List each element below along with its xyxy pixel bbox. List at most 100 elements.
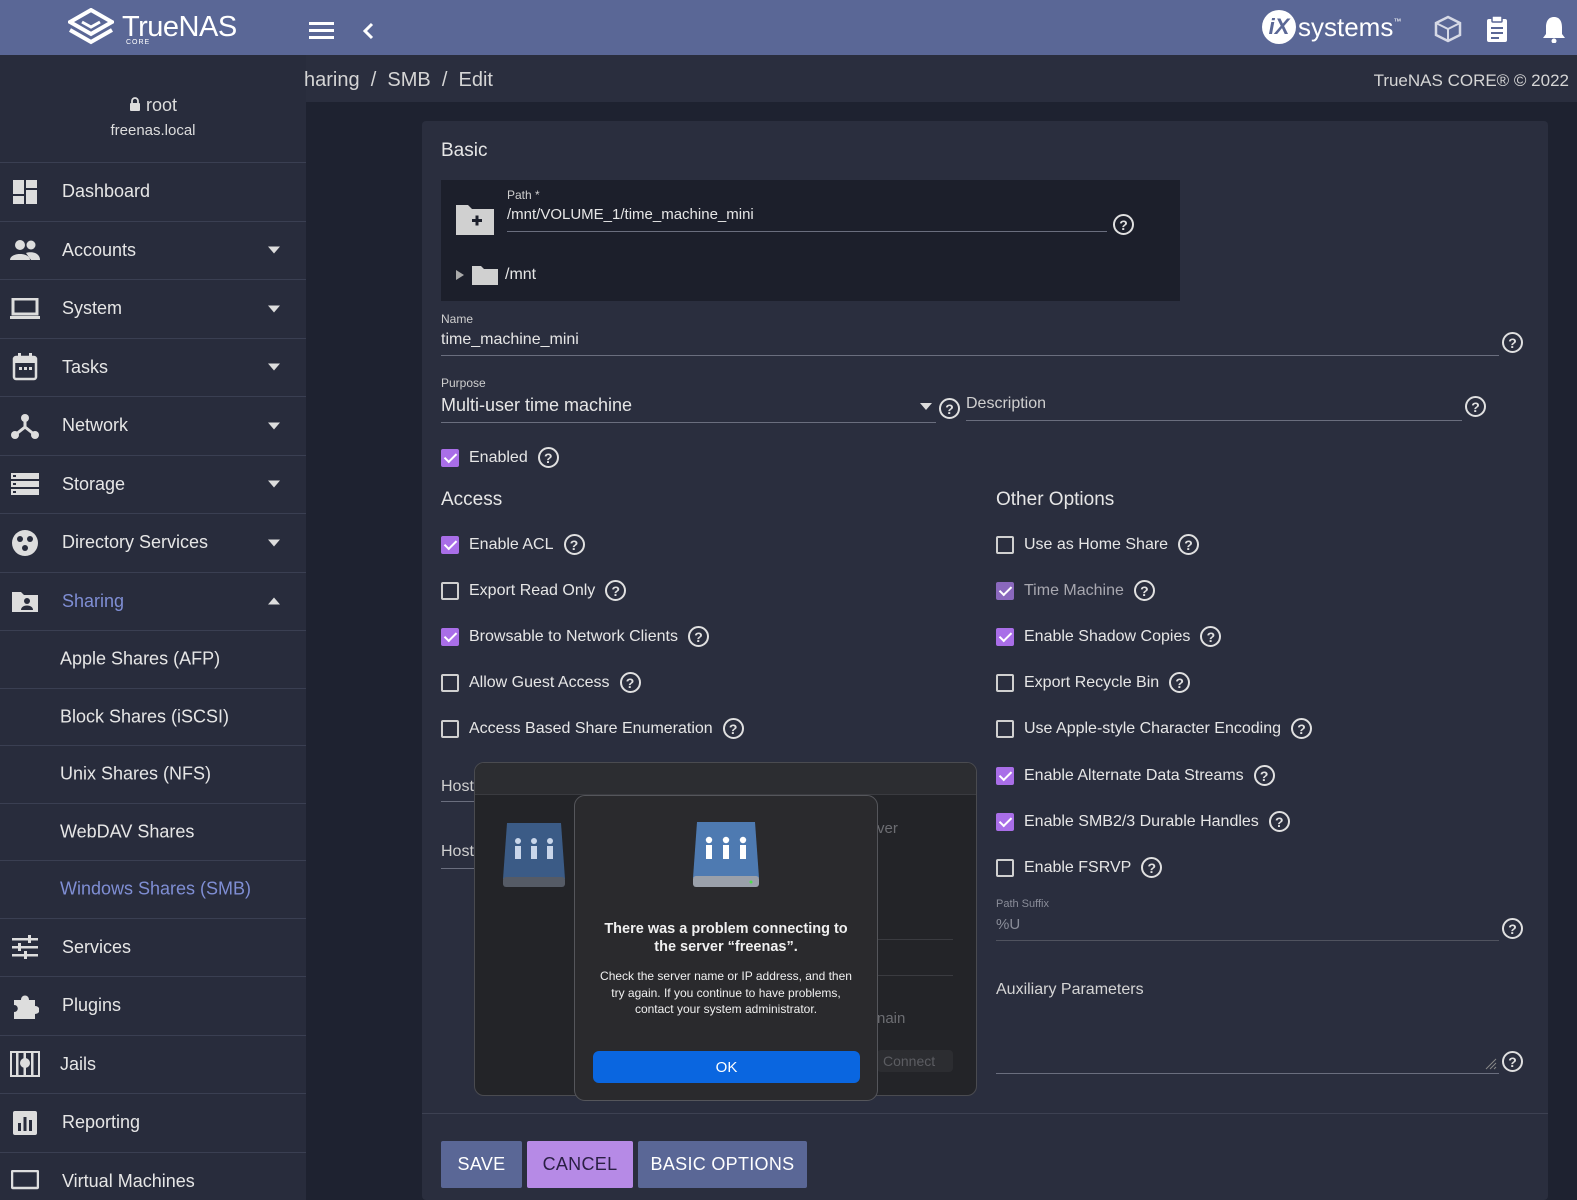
bell-icon[interactable] <box>1542 15 1566 48</box>
nav-network[interactable]: Network <box>0 397 306 456</box>
purpose-select[interactable]: Multi-user time machine <box>441 395 936 423</box>
checkbox[interactable] <box>441 673 459 692</box>
recycle-bin-checkbox[interactable]: Export Recycle Bin ? <box>996 672 1191 693</box>
nav-sharing[interactable]: Sharing <box>0 573 306 631</box>
nav-plugins[interactable]: Plugins <box>0 977 306 1036</box>
abe-checkbox[interactable]: Access Based Share Enumeration ? <box>441 718 744 739</box>
nav-jails[interactable]: Jails <box>0 1036 306 1094</box>
aux-params-textarea[interactable] <box>996 1004 1499 1074</box>
name-input[interactable]: time_machine_mini <box>441 331 1499 356</box>
basic-options-button[interactable]: BASIC OPTIONS <box>638 1141 807 1188</box>
checkbox[interactable] <box>996 535 1014 554</box>
nav-services[interactable]: Services <box>0 919 306 977</box>
chevron-left-icon[interactable] <box>360 21 376 46</box>
guest-access-checkbox[interactable]: Allow Guest Access ? <box>441 672 641 693</box>
checkbox[interactable] <box>996 858 1014 877</box>
checkbox[interactable] <box>996 719 1014 738</box>
nav-accounts[interactable]: Accounts <box>0 222 306 280</box>
help-icon[interactable]: ? <box>1169 672 1191 693</box>
aux-params-label: Auxiliary Parameters <box>996 981 1144 998</box>
help-icon[interactable]: ? <box>1291 718 1313 739</box>
folder-shared-icon <box>10 586 40 616</box>
nav-virtual-machines[interactable]: Virtual Machines <box>0 1153 306 1200</box>
help-icon[interactable]: ? <box>687 626 709 647</box>
nav-sub-afp[interactable]: Apple Shares (AFP) <box>0 631 306 689</box>
tree-node-mnt[interactable]: /mnt <box>455 264 536 286</box>
checkbox[interactable] <box>441 627 459 646</box>
monitor-icon <box>10 1166 40 1196</box>
checkbox[interactable] <box>996 812 1014 831</box>
home-share-checkbox[interactable]: Use as Home Share ? <box>996 534 1200 555</box>
clipboard-icon[interactable] <box>1485 15 1509 48</box>
help-icon[interactable]: ? <box>537 447 559 468</box>
description-input[interactable]: Description <box>966 395 1462 421</box>
shadow-copies-checkbox[interactable]: Enable Shadow Copies ? <box>996 626 1222 647</box>
help-icon[interactable]: ? <box>1253 765 1275 786</box>
help-icon[interactable]: ? <box>1465 396 1486 417</box>
nav-sub-iscsi[interactable]: Block Shares (iSCSI) <box>0 689 306 746</box>
checkbox[interactable] <box>996 581 1014 600</box>
nav-storage[interactable]: Storage <box>0 456 306 514</box>
help-icon[interactable]: ? <box>1178 534 1200 555</box>
enable-acl-checkbox[interactable]: Enable ACL ? <box>441 534 585 555</box>
ads-checkbox[interactable]: Enable Alternate Data Streams ? <box>996 765 1275 786</box>
help-icon[interactable]: ? <box>1133 580 1155 601</box>
help-icon[interactable]: ? <box>1502 332 1523 353</box>
nav-label: Jails <box>60 1053 97 1074</box>
durable-handles-checkbox[interactable]: Enable SMB2/3 Durable Handles ? <box>996 811 1290 832</box>
nav-tasks[interactable]: Tasks <box>0 339 306 397</box>
window-titlebar[interactable] <box>475 763 976 795</box>
help-icon[interactable]: ? <box>1200 626 1222 647</box>
folder-add-icon[interactable] <box>455 202 495 241</box>
help-icon[interactable]: ? <box>1502 918 1523 939</box>
nav-system[interactable]: System <box>0 280 306 339</box>
nav-sub-nfs[interactable]: Unix Shares (NFS) <box>0 746 306 804</box>
checkbox[interactable] <box>441 535 459 554</box>
help-icon[interactable]: ? <box>619 672 641 693</box>
apple-encoding-checkbox[interactable]: Use Apple-style Character Encoding ? <box>996 718 1313 739</box>
checkbox-label: Enable Shadow Copies <box>1024 627 1191 645</box>
help-icon[interactable]: ? <box>722 718 744 739</box>
nav-dashboard[interactable]: Dashboard <box>0 163 306 222</box>
help-icon[interactable]: ? <box>939 398 960 419</box>
enabled-checkbox[interactable]: Enabled ? <box>441 447 559 468</box>
browsable-checkbox[interactable]: Browsable to Network Clients ? <box>441 626 709 647</box>
help-icon[interactable]: ? <box>1268 811 1290 832</box>
fsrvp-checkbox[interactable]: Enable FSRVP ? <box>996 857 1163 878</box>
path-input[interactable]: /mnt/VOLUME_1/time_machine_mini <box>507 206 1107 232</box>
checkbox[interactable] <box>441 719 459 738</box>
help-icon[interactable]: ? <box>563 534 585 555</box>
truenas-logo[interactable]: TrueNAS CORE <box>68 8 237 46</box>
help-icon[interactable]: ? <box>1502 1051 1523 1072</box>
nav-sub-smb[interactable]: Windows Shares (SMB) <box>0 861 306 919</box>
checkbox[interactable] <box>996 673 1014 692</box>
checkbox[interactable] <box>441 448 459 467</box>
save-button[interactable]: SAVE <box>441 1141 522 1188</box>
checkbox[interactable] <box>996 627 1014 646</box>
ok-button[interactable]: OK <box>593 1051 860 1083</box>
path-suffix-input[interactable]: %U <box>996 916 1499 941</box>
nav-reporting[interactable]: Reporting <box>0 1094 306 1153</box>
help-icon[interactable]: ? <box>605 580 627 601</box>
puzzle-icon <box>10 991 40 1021</box>
menu-icon[interactable] <box>309 20 335 45</box>
ixsystems-logo[interactable]: iX systems ™ <box>1262 10 1401 44</box>
cancel-button[interactable]: CANCEL <box>527 1141 633 1188</box>
truecommand-icon[interactable] <box>1434 15 1462 48</box>
resize-handle-icon[interactable] <box>1485 1058 1497 1070</box>
export-read-only-checkbox[interactable]: Export Read Only ? <box>441 580 627 601</box>
breadcrumb-path[interactable]: haring / SMB / Edit <box>304 69 493 92</box>
checkbox[interactable] <box>441 581 459 600</box>
time-machine-checkbox[interactable]: Time Machine ? <box>996 580 1155 601</box>
checkbox[interactable] <box>996 766 1014 785</box>
nav-sub-webdav[interactable]: WebDAV Shares <box>0 804 306 861</box>
connect-button[interactable]: Connect <box>877 1050 953 1072</box>
tune-icon <box>10 932 40 962</box>
nav-directory-services[interactable]: Directory Services <box>0 514 306 573</box>
help-icon[interactable]: ? <box>1141 857 1163 878</box>
expand-arrow-icon[interactable] <box>455 270 465 280</box>
form-divider <box>422 1113 1548 1114</box>
ghost-line <box>877 975 953 976</box>
checkbox-label: Enable SMB2/3 Durable Handles <box>1024 812 1259 830</box>
help-icon[interactable]: ? <box>1113 214 1134 235</box>
